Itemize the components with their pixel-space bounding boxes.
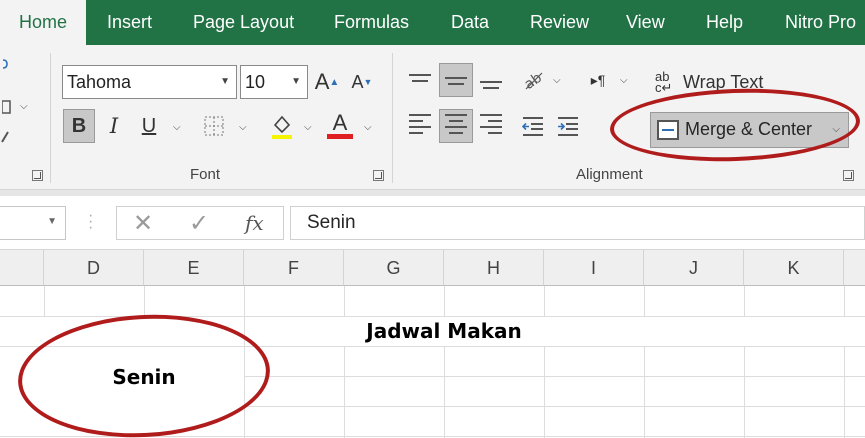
font-name-field[interactable]: Tahoma ▼ [62,65,237,99]
font-color-swatch [327,133,353,139]
gridline [344,286,345,316]
formula-input[interactable]: Senin [290,206,865,240]
middle-align-button[interactable] [439,63,473,97]
tab-page-layout[interactable]: Page Layout [193,0,294,45]
gridline [744,286,745,316]
font-color-button[interactable]: A [325,107,355,143]
insert-function-icon[interactable]: fx [245,211,264,235]
tab-help[interactable]: Help [706,0,743,45]
gridline [244,406,865,407]
chevron-down-icon[interactable]: ▼ [47,216,57,227]
column-header-f[interactable]: F [244,250,344,286]
tab-data[interactable]: Data [451,0,489,45]
wrap-text-icon: ab c↵ [655,69,673,95]
column-header-partial[interactable] [844,250,865,286]
orientation-icon[interactable]: ab [520,65,548,95]
underline-icon: U [141,114,157,137]
align-right-button[interactable] [476,109,506,143]
formula-buttons: ✕ ✓ fx [116,206,284,240]
column-header-i[interactable]: I [544,250,644,286]
column-header-k[interactable]: K [744,250,844,286]
group-separator [50,53,51,183]
chevron-down-icon[interactable]: ▼ [291,66,301,98]
tab-formulas[interactable]: Formulas [334,0,409,45]
tab-home[interactable]: Home [0,0,86,45]
shrink-font-button[interactable]: A ▼ [349,65,375,99]
tab-view[interactable]: View [626,0,665,45]
column-header-d[interactable]: D [44,250,144,286]
ribbon-tab-bar: Home Insert Page Layout Formulas Data Re… [0,0,865,45]
chevron-down-icon[interactable]: ⌵ [173,122,181,133]
column-header-j[interactable]: J [644,250,744,286]
formula-bar: ▼ · · · ✕ ✓ fx Senin [0,196,865,250]
column-header-g[interactable]: G [344,250,444,286]
resize-handle[interactable]: · · · [88,208,93,236]
chevron-down-icon[interactable]: ⌵ [364,122,372,133]
top-align-button[interactable] [405,63,435,97]
chevron-down-icon[interactable]: ⌵ [620,75,628,86]
bottom-align-button[interactable] [476,63,506,97]
format-painter-icon[interactable] [0,127,12,147]
underline-button[interactable]: U [134,109,164,143]
enter-icon[interactable]: ✓ [189,209,209,238]
gridline [744,346,745,438]
tab-nitro-pro[interactable]: Nitro Pro [785,0,856,45]
indent-increase-icon[interactable] [553,109,583,143]
align-center-button[interactable] [439,109,473,143]
grow-font-button[interactable]: A ▲ [314,65,340,99]
dialog-launcher-icon[interactable] [32,170,43,181]
tab-review[interactable]: Review [530,0,589,45]
align-left-button[interactable] [405,109,435,143]
bold-icon: B [71,114,87,137]
font-size-field[interactable]: 10 ▼ [240,65,308,99]
group-separator [392,53,393,183]
font-group-label: Font [190,166,221,183]
chevron-down-icon[interactable]: ▼ [220,66,230,98]
gridline [644,346,645,438]
gridline [644,286,645,316]
bold-button[interactable]: B [63,109,95,143]
column-header-h[interactable]: H [444,250,544,286]
shrink-font-icon: A [351,71,364,92]
merged-title-cell[interactable]: Jadwal Makan [244,319,644,343]
gridline [144,286,145,316]
gridline [244,376,865,377]
gridline [444,286,445,316]
indent-decrease-icon[interactable] [518,109,548,143]
chevron-down-icon[interactable]: ⌵ [239,122,247,133]
chevron-down-icon[interactable]: ⌵ [20,101,28,112]
gridline [44,286,45,316]
font-size-value: 10 [245,72,266,92]
italic-icon: I [109,114,119,138]
font-name-value: Tahoma [67,72,132,92]
gridline [444,346,445,438]
fill-color-icon[interactable] [268,109,296,143]
column-header-partial[interactable] [0,250,44,286]
gridline [344,346,345,438]
column-header-e[interactable]: E [144,250,244,286]
borders-icon[interactable] [201,113,227,139]
gridline [544,286,545,316]
paragraph-direction-icon[interactable]: ▸¶ [584,65,612,95]
gridline [844,286,845,316]
dialog-launcher-icon[interactable] [373,170,384,181]
chevron-down-icon[interactable]: ⌵ [304,122,312,133]
copy-icon[interactable] [0,57,12,75]
gridline [844,346,845,438]
italic-button[interactable]: I [100,109,128,143]
gridline [544,346,545,438]
dialog-launcher-icon[interactable] [843,170,854,181]
name-box[interactable]: ▼ [0,206,66,240]
tab-insert[interactable]: Insert [107,0,152,45]
grow-font-icon: A [314,69,330,94]
font-color-icon: A [332,109,348,135]
cancel-icon[interactable]: ✕ [133,209,153,238]
alignment-group-label: Alignment [576,166,643,183]
chevron-down-icon[interactable]: ⌵ [553,75,561,86]
paste-icon[interactable] [0,97,14,117]
